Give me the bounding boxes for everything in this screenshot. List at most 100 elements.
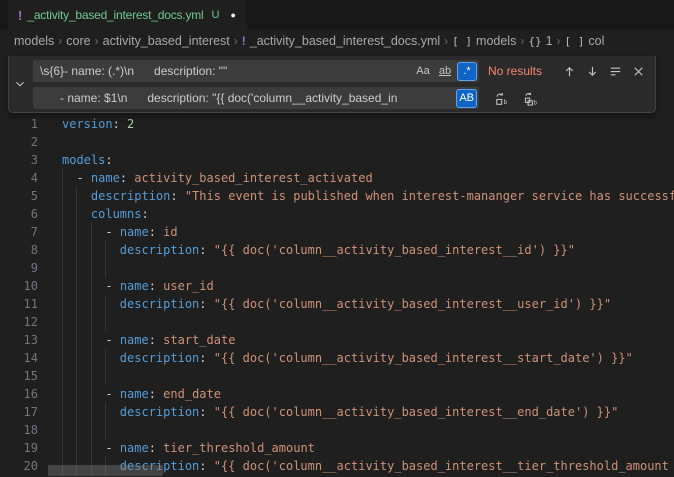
breadcrumb-label: models xyxy=(476,34,516,48)
breadcrumb-separator: › xyxy=(54,34,66,48)
indent-guide xyxy=(62,439,63,457)
indent-guide xyxy=(76,223,77,241)
indent-guide xyxy=(76,187,77,205)
line-number: 4 xyxy=(0,169,38,187)
indent-guide xyxy=(62,349,63,367)
tab-filename: _activity_based_interest_docs.yml xyxy=(27,8,203,22)
indent-guide xyxy=(76,349,77,367)
indent-guide xyxy=(91,331,92,349)
code-line: models: xyxy=(62,151,674,169)
code-line xyxy=(62,133,674,151)
breadcrumb-item[interactable]: {}1 xyxy=(528,34,552,48)
code-line: description: "{{ doc('column__activity_b… xyxy=(62,349,674,367)
indent-guide xyxy=(76,277,77,295)
indent-guide xyxy=(62,205,63,223)
chevron-down-icon xyxy=(13,77,27,91)
indent-guide xyxy=(62,421,63,439)
toggle-replace-button[interactable] xyxy=(9,56,31,112)
git-untracked-badge: U xyxy=(212,9,220,21)
code-line xyxy=(62,367,674,385)
indent-guide xyxy=(76,385,77,403)
object-icon: {} xyxy=(528,35,541,48)
indent-guide xyxy=(62,331,63,349)
indent-guide xyxy=(91,403,92,421)
find-results-label: No results xyxy=(488,64,542,78)
previous-match-button[interactable] xyxy=(559,61,580,82)
indent-guide xyxy=(76,439,77,457)
breadcrumb-item[interactable]: !_activity_based_interest_docs.yml xyxy=(242,34,440,48)
tab-active-file[interactable]: ! _activity_based_interest_docs.yml U ● xyxy=(8,0,246,30)
indent-guide xyxy=(76,367,77,385)
match-case-toggle[interactable]: Aa xyxy=(413,62,433,81)
line-number: 17 xyxy=(0,403,38,421)
indent-guide xyxy=(76,331,77,349)
horizontal-scrollbar-thumb[interactable] xyxy=(48,465,163,476)
code-area[interactable]: version: 2models: - name: activity_based… xyxy=(62,115,674,475)
replace-all-button[interactable]: b xyxy=(520,88,541,109)
indent-guide xyxy=(62,313,63,331)
preserve-case-toggle[interactable]: AB xyxy=(456,89,477,108)
line-number: 13 xyxy=(0,331,38,349)
indent-guide xyxy=(91,421,92,439)
breadcrumb-item[interactable]: core xyxy=(66,34,90,48)
indent-guide xyxy=(62,259,63,277)
replace-button[interactable]: b xyxy=(491,88,512,109)
code-line: - name: end_date xyxy=(62,385,674,403)
code-line xyxy=(62,421,674,439)
line-number: 11 xyxy=(0,295,38,313)
breadcrumb-separator: › xyxy=(91,34,103,48)
indent-guide xyxy=(76,259,77,277)
breadcrumb-label: core xyxy=(66,34,90,48)
breadcrumb-item[interactable]: [ ]col xyxy=(565,34,605,48)
indent-guide xyxy=(62,169,63,187)
arrow-down-icon xyxy=(585,64,600,79)
indent-guide xyxy=(76,421,77,439)
indent-guide xyxy=(91,367,92,385)
line-number: 10 xyxy=(0,277,38,295)
line-number: 12 xyxy=(0,313,38,331)
modified-dot-icon[interactable]: ● xyxy=(230,10,235,20)
code-line: - name: start_date xyxy=(62,331,674,349)
breadcrumb-separator: › xyxy=(553,34,565,48)
replace-input[interactable]: - name: $1\n description: "{{ doc('colum… xyxy=(33,87,479,109)
indent-guide xyxy=(76,295,77,313)
indent-guide xyxy=(76,241,77,259)
breadcrumb-item[interactable]: activity_based_interest xyxy=(103,34,230,48)
indent-guide xyxy=(62,277,63,295)
code-line: description: "This event is published wh… xyxy=(62,187,674,205)
indent-guide xyxy=(105,295,106,313)
yaml-file-icon: ! xyxy=(18,8,22,23)
find-input[interactable]: \s{6}- name: (.*)\n description: "" Aa a… xyxy=(33,60,479,82)
line-number: 6 xyxy=(0,205,38,223)
code-line: version: 2 xyxy=(62,115,674,133)
line-number: 9 xyxy=(0,259,38,277)
indent-guide xyxy=(91,223,92,241)
indent-guide xyxy=(76,205,77,223)
indent-guide xyxy=(105,313,106,331)
indent-guide xyxy=(105,403,106,421)
svg-text:b: b xyxy=(533,99,537,105)
close-icon xyxy=(631,64,646,79)
code-line xyxy=(62,313,674,331)
close-button[interactable] xyxy=(628,61,649,82)
breadcrumb-item[interactable]: [ ] models xyxy=(452,34,516,48)
code-line xyxy=(62,259,674,277)
next-match-button[interactable] xyxy=(582,61,603,82)
breadcrumb: models›core›activity_based_interest›!_ac… xyxy=(0,30,674,52)
line-number: 1 xyxy=(0,115,38,133)
vscode-window: ! _activity_based_interest_docs.yml U ● … xyxy=(0,0,674,477)
whole-word-toggle[interactable]: ab xyxy=(435,62,455,81)
find-in-selection-button[interactable] xyxy=(605,61,626,82)
line-number: 19 xyxy=(0,439,38,457)
array-icon: [ ] xyxy=(565,35,585,48)
regex-toggle[interactable]: .* xyxy=(457,62,477,81)
find-input-value: \s{6}- name: (.*)\n description: "" xyxy=(40,64,411,78)
breadcrumb-label: activity_based_interest xyxy=(103,34,230,48)
code-line: description: "{{ doc('column__activity_b… xyxy=(62,403,674,421)
line-number: 15 xyxy=(0,367,38,385)
line-number: 16 xyxy=(0,385,38,403)
indent-guide xyxy=(62,385,63,403)
breadcrumb-item[interactable]: models xyxy=(14,34,54,48)
array-icon: [ ] xyxy=(452,35,472,48)
line-number: 14 xyxy=(0,349,38,367)
